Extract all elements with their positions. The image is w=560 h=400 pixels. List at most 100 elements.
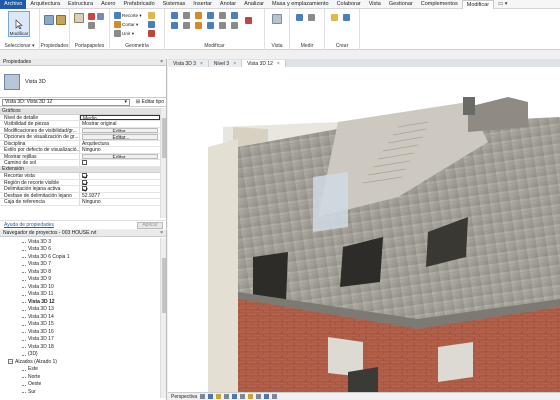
property-checkbox[interactable] — [82, 173, 87, 178]
copy-element-icon[interactable] — [183, 22, 190, 29]
edit-button[interactable]: Editar... — [82, 127, 158, 133]
move-icon[interactable] — [171, 22, 178, 29]
crop-view-icon[interactable] — [240, 394, 246, 399]
browser-elevation-item[interactable]: Este — [0, 366, 160, 374]
property-checkbox[interactable] — [82, 179, 87, 185]
close-icon[interactable]: × — [277, 61, 280, 67]
browser-view-item[interactable]: Vista 3D 13 — [0, 306, 160, 314]
menu-tab[interactable]: Prefabricado — [119, 0, 158, 9]
array-icon[interactable] — [219, 22, 226, 29]
menu-tab[interactable]: Modificar — [461, 0, 495, 9]
view-mode-label[interactable]: Perspectiva — [171, 394, 197, 400]
browser-scroll-thumb[interactable] — [162, 258, 166, 313]
menu-tab[interactable]: Analizar — [240, 0, 268, 9]
visual-style-icon[interactable] — [208, 394, 214, 399]
view-tab[interactable]: Vista 3D 3 × — [168, 60, 209, 67]
scale-icon[interactable] — [231, 12, 238, 19]
menu-tab[interactable]: Colaborar — [333, 0, 365, 9]
menu-tab[interactable]: Insertar — [189, 0, 216, 9]
property-value[interactable]: 52.9377 — [80, 193, 160, 199]
detail-level-icon[interactable] — [200, 394, 206, 399]
mirror-axis-icon[interactable] — [195, 12, 202, 19]
type-properties-icon[interactable] — [56, 15, 66, 25]
rotate-icon[interactable] — [195, 22, 202, 29]
match-properties-icon[interactable] — [97, 13, 104, 20]
join-button[interactable]: Unir ▾ — [114, 30, 134, 37]
crop-region-icon[interactable] — [248, 394, 254, 399]
close-icon[interactable]: × — [233, 61, 236, 67]
browser-view-item[interactable]: Vista 3D 17 — [0, 336, 160, 344]
browser-view-item[interactable]: {3D} — [0, 351, 160, 359]
menu-tab[interactable]: Vista — [365, 0, 385, 9]
browser-view-item[interactable]: Vista 3D 18 — [0, 343, 160, 351]
browser-view-item[interactable]: Vista 3D 7 — [0, 261, 160, 269]
property-checkbox-cell[interactable] — [80, 160, 160, 166]
menu-tab[interactable]: Gestionar — [385, 0, 417, 9]
view-tab[interactable]: Vista 3D 12 × — [242, 60, 286, 67]
property-value-field[interactable]: Medio — [80, 114, 160, 120]
properties-scroll-thumb[interactable] — [162, 118, 166, 158]
edit-button[interactable]: Editar... — [82, 134, 158, 140]
align-icon[interactable] — [171, 12, 178, 19]
browser-view-item[interactable]: Vista 3D 15 — [0, 321, 160, 329]
pin-icon[interactable] — [231, 22, 238, 29]
demolish-icon[interactable] — [148, 30, 155, 37]
ribbon-toggle[interactable]: ▭ ▾ — [494, 0, 512, 9]
paint-icon[interactable] — [148, 21, 155, 28]
sun-path-icon[interactable] — [216, 394, 222, 399]
reveal-hidden-icon[interactable] — [272, 394, 278, 399]
menu-tab[interactable]: Estructura — [64, 0, 97, 9]
property-checkbox-cell[interactable] — [80, 186, 160, 192]
browser-view-item[interactable]: Vista 3D 10 — [0, 283, 160, 291]
lock-view-icon[interactable] — [256, 394, 262, 399]
property-value[interactable]: Arquitectura — [80, 141, 160, 147]
browser-view-item[interactable]: Vista 3D 8 — [0, 268, 160, 276]
browser-view-item[interactable]: Vista 3D 3 — [0, 238, 160, 246]
browser-elevations-node[interactable]: − Alzados (Alzado 1) — [0, 358, 160, 366]
temporary-hide-icon[interactable] — [264, 394, 270, 399]
instance-selector[interactable]: Vista 3D: Vista 3D 12 ▾ — [2, 98, 130, 106]
render-icon[interactable] — [232, 394, 238, 399]
view-tab[interactable]: Nivel 3 × — [208, 60, 243, 67]
browser-view-item[interactable]: Vista 3D 6 Copia 1 — [0, 253, 160, 261]
properties-icon[interactable] — [44, 15, 54, 25]
property-checkbox-cell[interactable] — [80, 179, 160, 186]
mirror-draw-icon[interactable] — [207, 12, 214, 19]
create-group-icon[interactable] — [343, 14, 350, 21]
menu-tab[interactable]: Acero — [97, 0, 119, 9]
wall-joins-icon[interactable] — [148, 12, 155, 19]
menu-tab[interactable]: Masa y emplazamiento — [268, 0, 333, 9]
modify-tool-button[interactable]: Modificar — [8, 11, 30, 37]
create-assembly-icon[interactable] — [331, 14, 338, 21]
cope-button[interactable]: Recorte ▾ — [114, 12, 142, 19]
browser-elevation-item[interactable]: Sur — [0, 388, 160, 396]
offset-icon[interactable] — [183, 12, 190, 19]
split-icon[interactable] — [219, 12, 226, 19]
property-value[interactable]: Ninguno — [80, 147, 160, 153]
edit-button[interactable]: Editar... — [82, 153, 158, 159]
copy-icon[interactable] — [88, 22, 95, 29]
cut-geometry-button[interactable]: Cortar ▾ — [114, 21, 138, 28]
measure-icon[interactable] — [296, 14, 303, 21]
property-value[interactable]: Mostrar original — [80, 121, 160, 127]
menu-tab[interactable]: Arquitectura — [26, 0, 64, 9]
property-checkbox[interactable] — [82, 186, 87, 191]
edit-type-button[interactable]: ⊞ Editar tipo — [136, 99, 164, 105]
type-selector[interactable]: Vista 3D — [0, 66, 166, 98]
close-icon[interactable]: × — [200, 61, 203, 67]
browser-close-icon[interactable]: × — [160, 230, 163, 236]
collapse-toggle-icon[interactable]: − — [8, 359, 13, 365]
paste-icon[interactable] — [74, 13, 84, 23]
browser-view-item[interactable]: Vista 3D 14 — [0, 313, 160, 321]
select-dropdown[interactable]: Seleccionar ▾ — [0, 43, 39, 49]
browser-view-item[interactable]: Vista 3D 11 — [0, 291, 160, 299]
property-checkbox-cell[interactable] — [80, 173, 160, 179]
properties-scrollbar[interactable] — [160, 108, 166, 218]
menu-tab[interactable]: Complementos — [417, 0, 462, 9]
apply-button[interactable]: Aplicar — [137, 221, 163, 229]
properties-help-link[interactable]: Ayuda de propiedades — [4, 222, 54, 228]
menu-tab[interactable]: Sistemas — [159, 0, 190, 9]
property-value[interactable]: Ninguno — [80, 199, 160, 205]
browser-view-item[interactable]: Vista 3D 6 — [0, 246, 160, 254]
cut-icon[interactable] — [88, 13, 95, 20]
